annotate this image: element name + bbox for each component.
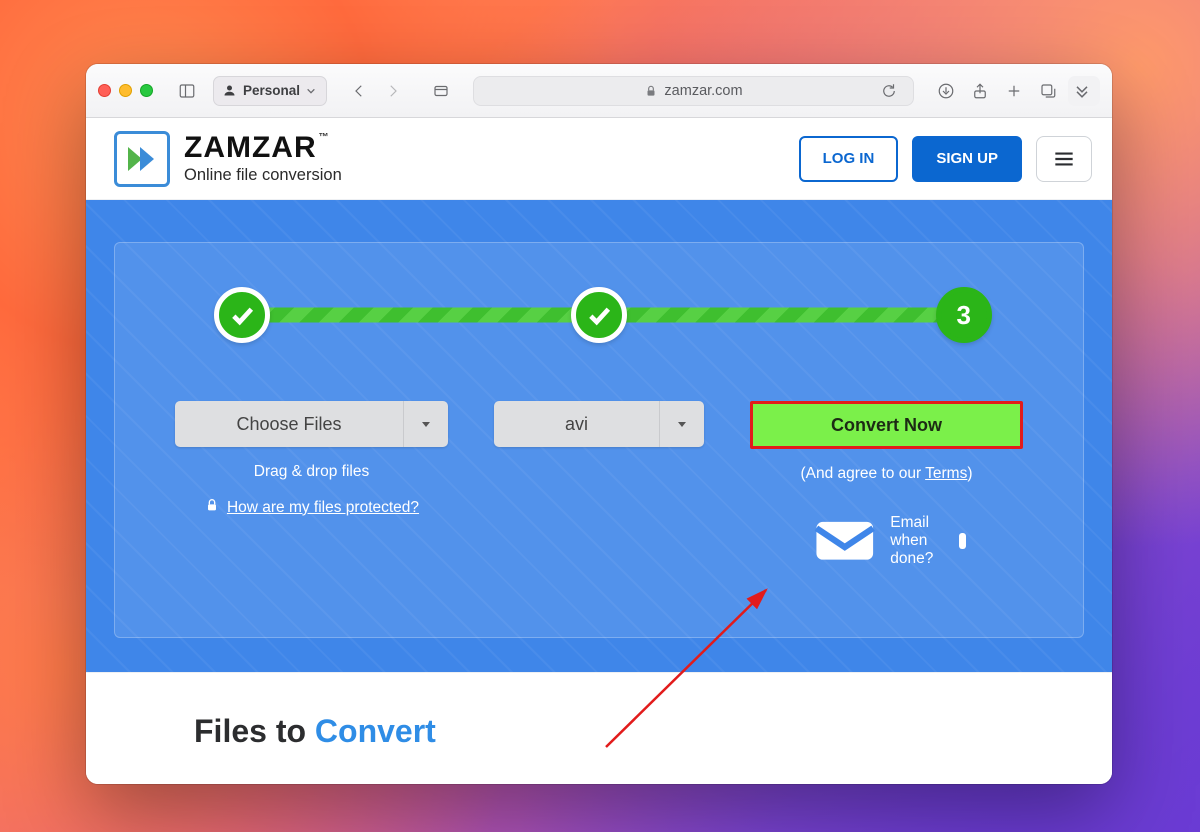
step-2-complete	[571, 287, 627, 343]
downloads-button[interactable]	[930, 76, 962, 106]
menu-button[interactable]	[1036, 136, 1092, 182]
browser-toolbar: Personal zamzar.com	[86, 64, 1112, 118]
toolbar-overflow-button[interactable]	[1066, 76, 1098, 106]
caret-down-icon	[676, 418, 688, 430]
new-tab-button[interactable]	[998, 76, 1030, 106]
sidebar-toggle-button[interactable]	[171, 76, 203, 106]
caret-down-icon	[420, 418, 432, 430]
site-header: ZAMZAR™ Online file conversion LOG IN SI…	[86, 118, 1112, 200]
drag-drop-hint: Drag & drop files	[254, 463, 369, 481]
brand[interactable]: ZAMZAR™ Online file conversion	[114, 131, 342, 187]
choose-files-dropdown[interactable]	[404, 401, 448, 447]
minimize-window-button[interactable]	[119, 84, 132, 97]
hero-section: 3 Choose Files Drag & drop files	[86, 200, 1112, 672]
step-1-complete	[214, 287, 270, 343]
back-button[interactable]	[343, 76, 375, 106]
email-when-done-checkbox[interactable]	[959, 533, 967, 549]
tab-overview-button[interactable]	[1032, 76, 1064, 106]
address-bar[interactable]: zamzar.com	[473, 76, 914, 106]
profile-label: Personal	[243, 83, 300, 98]
trademark-symbol: ™	[319, 132, 330, 143]
lock-icon	[204, 497, 220, 518]
terms-link[interactable]: Terms	[925, 465, 967, 482]
mail-icon	[807, 503, 883, 579]
format-selected: avi	[494, 401, 660, 447]
brand-title: ZAMZAR™	[184, 133, 342, 163]
address-bar-url: zamzar.com	[664, 83, 742, 99]
close-window-button[interactable]	[98, 84, 111, 97]
lock-icon	[644, 84, 658, 98]
brand-logo-icon	[114, 131, 170, 187]
step-3-current: 3	[936, 287, 992, 343]
safari-window: Personal zamzar.com	[86, 64, 1112, 784]
check-icon	[228, 301, 256, 329]
brand-subtitle: Online file conversion	[184, 167, 342, 184]
action-row: Choose Files Drag & drop files How are m…	[175, 401, 1023, 579]
converter-card: 3 Choose Files Drag & drop files	[114, 242, 1084, 638]
format-dropdown[interactable]	[660, 401, 704, 447]
email-when-done-row: Email when done?	[807, 503, 967, 579]
step-3-label: 3	[956, 300, 970, 331]
convert-now-label: Convert Now	[831, 415, 942, 436]
agree-terms-line: (And agree to our Terms)	[800, 465, 972, 483]
fullscreen-window-button[interactable]	[140, 84, 153, 97]
progress-stepper: 3	[211, 287, 987, 343]
window-controls	[98, 84, 153, 97]
signup-button[interactable]: SIGN UP	[912, 136, 1022, 182]
login-button[interactable]: LOG IN	[799, 136, 899, 182]
email-when-done-label: Email when done?	[890, 514, 950, 568]
website-settings-button[interactable]	[425, 76, 457, 106]
files-to-convert-section: Files to Convert	[86, 672, 1112, 784]
reload-button[interactable]	[873, 76, 905, 106]
files-protected-link[interactable]: How are my files protected?	[204, 497, 419, 518]
format-picker[interactable]: avi	[494, 401, 704, 447]
files-to-convert-heading: Files to Convert	[194, 713, 1112, 750]
profile-selector[interactable]: Personal	[213, 76, 327, 106]
chevron-down-icon	[306, 86, 316, 96]
share-button[interactable]	[964, 76, 996, 106]
check-icon	[585, 301, 613, 329]
convert-now-button[interactable]: Convert Now	[750, 401, 1023, 449]
choose-files-label: Choose Files	[175, 401, 404, 447]
choose-files-picker[interactable]: Choose Files	[175, 401, 448, 447]
forward-button[interactable]	[377, 76, 409, 106]
